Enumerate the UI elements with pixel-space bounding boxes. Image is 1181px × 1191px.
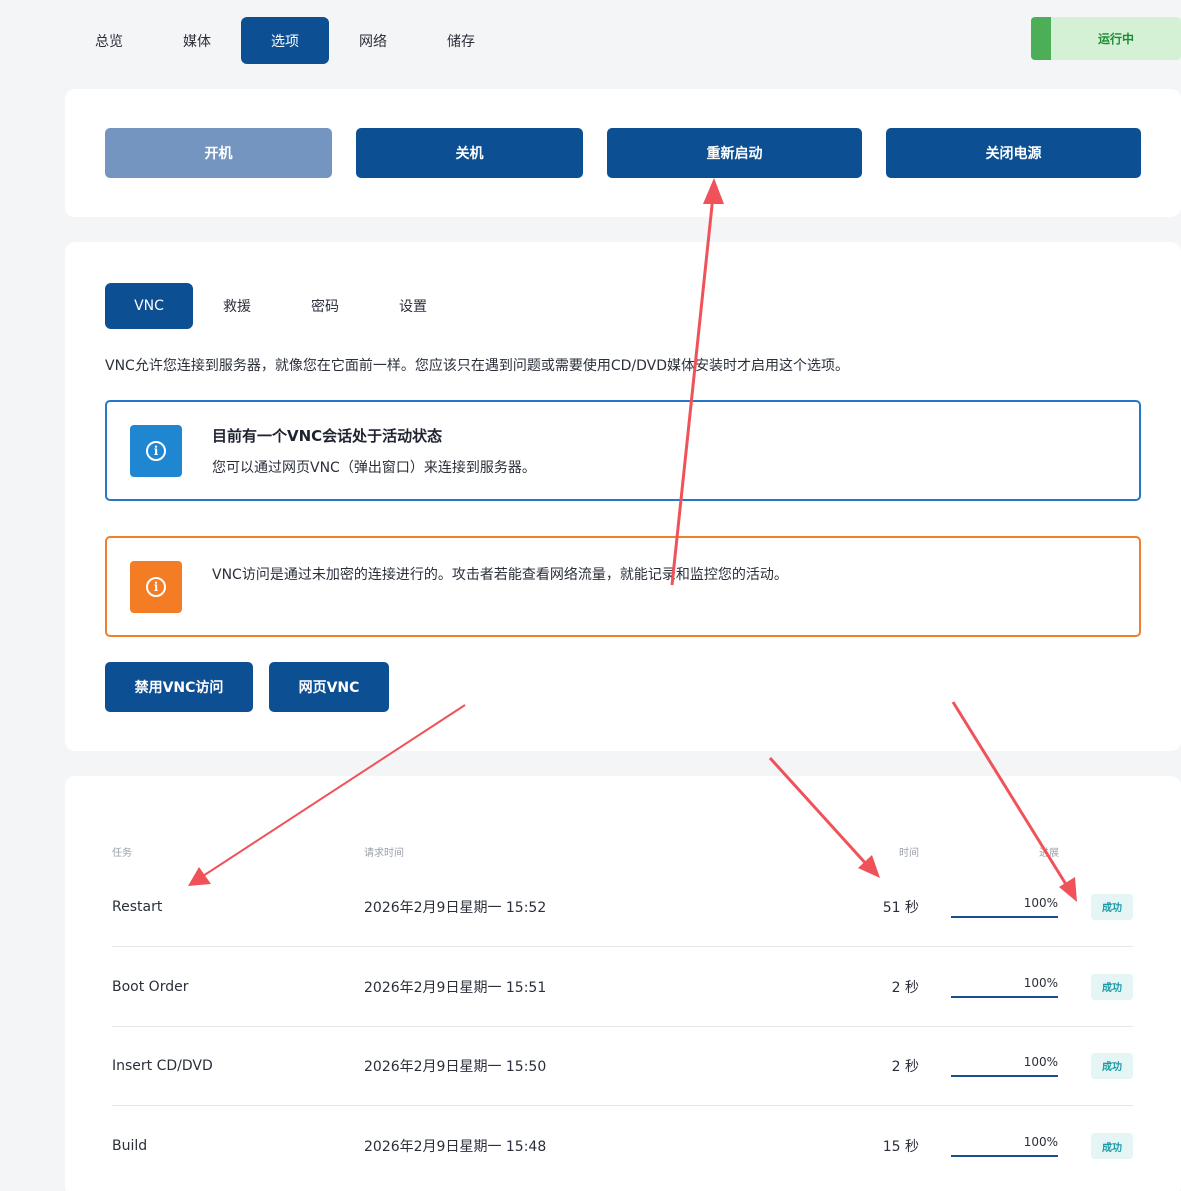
warning-icon: i — [130, 561, 182, 613]
progress-bar: 100% — [951, 976, 1058, 998]
tab-password[interactable]: 密码 — [281, 283, 369, 329]
table-row: Build 2026年2月9日星期一 15:48 15 秒 100% 成功 — [112, 1106, 1133, 1186]
vnc-subtabs: VNC 救援 密码 设置 — [105, 283, 457, 329]
tab-storage[interactable]: 储存 — [417, 17, 505, 64]
task-history-card: 任务 请求时间 时间 进展 Restart 2026年2月9日星期一 15:52… — [65, 776, 1181, 1191]
disable-vnc-button[interactable]: 禁用VNC访问 — [105, 662, 253, 712]
status-badge: 成功 — [1091, 893, 1133, 920]
table-row: Restart 2026年2月9日星期一 15:52 51 秒 100% 成功 — [112, 867, 1133, 947]
status-badge: 成功 — [1091, 1052, 1133, 1079]
progress-label: 100% — [1023, 1054, 1058, 1069]
progress-bar: 100% — [951, 1055, 1058, 1077]
task-name: Insert CD/DVD — [112, 1057, 213, 1074]
progress-label: 100% — [1023, 975, 1058, 990]
task-requested: 2026年2月9日星期一 15:50 — [364, 1058, 547, 1075]
tab-settings[interactable]: 设置 — [369, 283, 457, 329]
status-indicator — [1031, 17, 1051, 60]
tab-vnc[interactable]: VNC — [105, 283, 193, 329]
header-task: 任务 — [112, 848, 132, 859]
power-off-button[interactable]: 关闭电源 — [886, 128, 1141, 178]
header-progress: 进展 — [1039, 848, 1059, 859]
vnc-description: VNC允许您连接到服务器，就像您在它面前一样。您应该只在遇到问题或需要使用CD/… — [105, 358, 849, 374]
status-badge: 成功 — [1091, 973, 1133, 1000]
status-label: 运行中 — [1097, 32, 1134, 46]
table-row: Boot Order 2026年2月9日星期一 15:51 2 秒 100% 成… — [112, 947, 1133, 1027]
progress-bar: 100% — [951, 1135, 1058, 1157]
progress-label: 100% — [1023, 895, 1058, 910]
tab-options[interactable]: 选项 — [241, 17, 329, 64]
warning-alert-body: VNC访问是通过未加密的连接进行的。攻击者若能查看网络流量，就能记录和监控您的活… — [212, 567, 788, 583]
task-requested: 2026年2月9日星期一 15:51 — [364, 979, 547, 996]
task-name: Build — [112, 1138, 148, 1154]
vnc-card: VNC 救援 密码 设置 VNC允许您连接到服务器，就像您在它面前一样。您应该只… — [65, 242, 1181, 751]
top-nav: 总览 媒体 选项 网络 储存 — [65, 17, 505, 64]
task-name: Restart — [112, 898, 163, 915]
warning-alert: i VNC访问是通过未加密的连接进行的。攻击者若能查看网络流量，就能记录和监控您… — [105, 536, 1141, 637]
power-on-button[interactable]: 开机 — [105, 128, 332, 178]
tab-rescue[interactable]: 救援 — [193, 283, 281, 329]
shutdown-button[interactable]: 关机 — [356, 128, 583, 178]
info-icon: i — [130, 425, 182, 477]
tab-network[interactable]: 网络 — [329, 17, 417, 64]
task-requested: 2026年2月9日星期一 15:48 — [364, 1139, 547, 1155]
info-alert-body: 您可以通过网页VNC（弹出窗口）来连接到服务器。 — [212, 460, 536, 476]
info-alert-title: 目前有一个VNC会话处于活动状态 — [212, 427, 443, 445]
header-requested: 请求时间 — [364, 848, 404, 859]
info-alert: i 目前有一个VNC会话处于活动状态 您可以通过网页VNC（弹出窗口）来连接到服… — [105, 400, 1141, 501]
task-duration: 2 秒 — [891, 979, 919, 996]
task-duration: 51 秒 — [882, 899, 919, 916]
restart-button[interactable]: 重新启动 — [607, 128, 862, 178]
status-badge: 运行中 — [1031, 17, 1181, 60]
header-duration: 时间 — [899, 848, 919, 859]
tab-media[interactable]: 媒体 — [153, 17, 241, 64]
task-name: Boot Order — [112, 978, 189, 995]
progress-bar: 100% — [951, 896, 1058, 918]
task-duration: 2 秒 — [891, 1058, 919, 1075]
table-row: Insert CD/DVD 2026年2月9日星期一 15:50 2 秒 100… — [112, 1026, 1133, 1106]
progress-label: 100% — [1023, 1135, 1058, 1149]
web-vnc-button[interactable]: 网页VNC — [269, 662, 389, 712]
status-badge: 成功 — [1091, 1133, 1133, 1159]
task-duration: 15 秒 — [882, 1139, 919, 1155]
task-requested: 2026年2月9日星期一 15:52 — [364, 899, 547, 916]
power-controls-card: 开机 关机 重新启动 关闭电源 — [65, 89, 1181, 217]
tab-overview[interactable]: 总览 — [65, 17, 153, 64]
